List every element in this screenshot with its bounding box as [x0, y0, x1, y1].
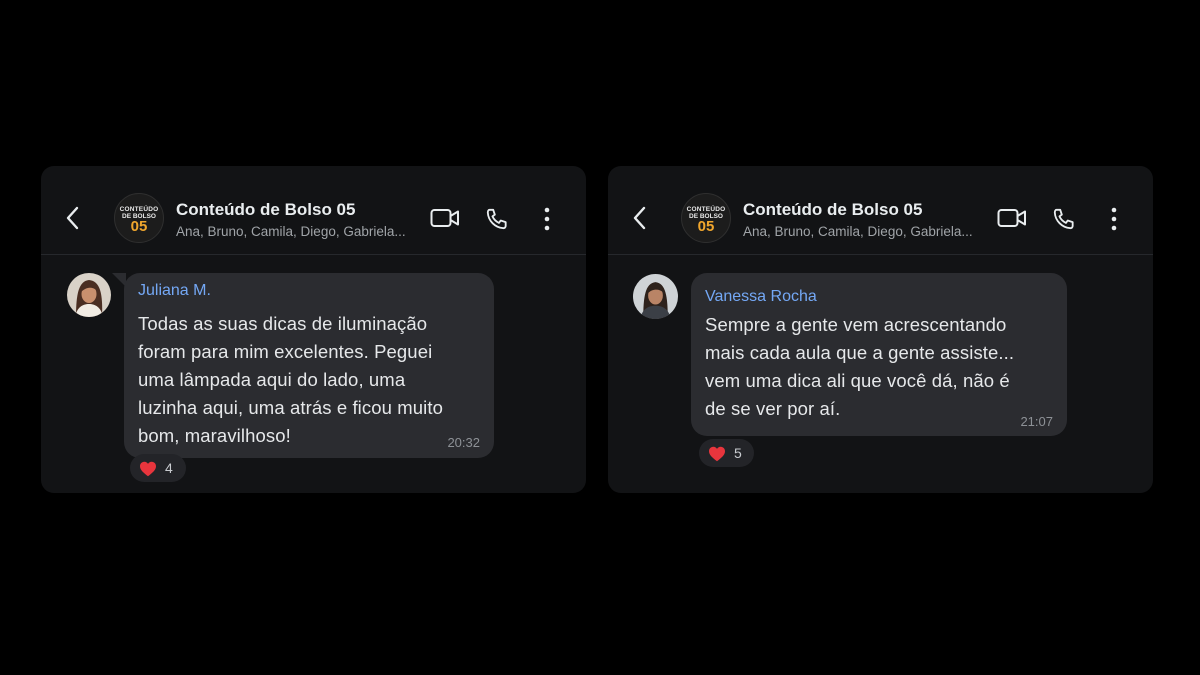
message-time: 21:07 — [1020, 414, 1053, 429]
message-line: luzinha aqui, uma atrás e ficou muito — [138, 397, 444, 418]
group-avatar-line1: CONTEÚDO — [119, 206, 159, 213]
message-line: bom, maravilhoso! — [138, 425, 291, 446]
group-avatar-number: 05 — [130, 218, 148, 235]
video-call-icon[interactable] — [997, 207, 1027, 229]
reaction-count: 4 — [165, 460, 173, 476]
chevron-left-icon[interactable] — [630, 204, 650, 232]
reaction-chip[interactable]: 5 — [699, 439, 754, 467]
message-text: Sempre a gente vem acrescentando mais ca… — [705, 311, 1014, 423]
message-line: foram para mim excelentes. Peguei — [138, 341, 433, 362]
message-line: Sempre a gente vem acrescentando — [705, 314, 1007, 335]
group-members[interactable]: Ana, Bruno, Camila, Diego, Gabriela... — [176, 224, 406, 239]
avatar-vanessa[interactable] — [633, 274, 678, 319]
more-vertical-icon[interactable] — [1108, 206, 1120, 232]
message-line: vem uma dica ali que você dá, não é — [705, 370, 1010, 391]
video-call-icon[interactable] — [430, 207, 460, 229]
heart-icon — [709, 446, 725, 462]
reaction-chip[interactable]: 4 — [130, 454, 186, 482]
phone-icon[interactable] — [1051, 206, 1077, 232]
group-title[interactable]: Conteúdo de Bolso 05 — [176, 200, 355, 220]
reaction-count: 5 — [734, 445, 742, 461]
sender-name[interactable]: Juliana M. — [138, 282, 211, 300]
message-line: mais cada aula que a gente assiste... — [705, 342, 1015, 363]
message-text: Todas as suas dicas de iluminação foram … — [138, 310, 443, 450]
phone-icon[interactable] — [484, 206, 510, 232]
chat-card-vanessa: CONTEÚDO DE BOLSO 05 Conteúdo de Bolso 0… — [608, 166, 1153, 493]
chevron-left-icon[interactable] — [63, 204, 83, 232]
message-bubble[interactable]: Vanessa Rocha Sempre a gente vem acresce… — [691, 273, 1067, 436]
group-avatar[interactable]: CONTEÚDO DE BOLSO 05 — [114, 193, 164, 243]
chat-card-juliana: CONTEÚDO DE BOLSO 05 Conteúdo de Bolso 0… — [41, 166, 586, 493]
heart-icon — [140, 461, 156, 477]
message-bubble[interactable]: Juliana M. Todas as suas dicas de ilumin… — [124, 273, 494, 458]
chat-header: CONTEÚDO DE BOLSO 05 Conteúdo de Bolso 0… — [608, 166, 1153, 255]
group-avatar[interactable]: CONTEÚDO DE BOLSO 05 — [681, 193, 731, 243]
chat-header: CONTEÚDO DE BOLSO 05 Conteúdo de Bolso 0… — [41, 166, 586, 255]
more-vertical-icon[interactable] — [541, 206, 553, 232]
avatar-juliana[interactable] — [67, 273, 111, 317]
message-line: uma lâmpada aqui do lado, uma — [138, 369, 406, 390]
group-title[interactable]: Conteúdo de Bolso 05 — [743, 200, 922, 220]
sender-name[interactable]: Vanessa Rocha — [705, 288, 817, 306]
group-avatar-number: 05 — [697, 218, 715, 235]
message-time: 20:32 — [447, 435, 480, 450]
message-line: Todas as suas dicas de iluminação — [138, 313, 428, 334]
group-avatar-line1: CONTEÚDO — [686, 206, 726, 213]
group-members[interactable]: Ana, Bruno, Camila, Diego, Gabriela... — [743, 224, 973, 239]
message-line: de se ver por aí. — [705, 398, 841, 419]
